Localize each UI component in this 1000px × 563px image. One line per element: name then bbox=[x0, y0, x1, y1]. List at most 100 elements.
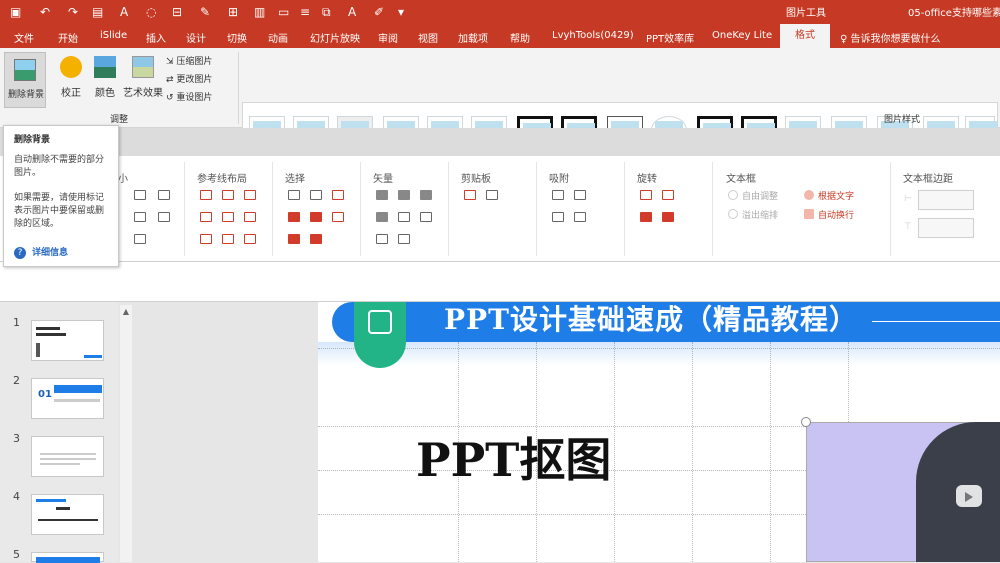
textbox-icon[interactable]: ▭ bbox=[278, 4, 289, 20]
tab-addins[interactable]: 加载项 bbox=[458, 30, 488, 45]
guide-left-icon[interactable] bbox=[200, 190, 212, 200]
title-banner[interactable]: PPT设计基础速成（精品教程） bbox=[332, 302, 1000, 342]
tab-home[interactable]: 开始 bbox=[58, 30, 78, 45]
select-icon-5[interactable] bbox=[310, 212, 322, 222]
guide-height-icon[interactable] bbox=[222, 234, 234, 244]
flip-horizontal-icon[interactable] bbox=[662, 212, 674, 222]
snap-icon-3[interactable] bbox=[552, 212, 564, 222]
snap-icon-2[interactable] bbox=[574, 190, 586, 200]
tab-animations[interactable]: 动画 bbox=[268, 30, 288, 45]
overflow-radio[interactable]: 溢出缩排 bbox=[728, 208, 778, 221]
vector-text-icon[interactable] bbox=[376, 234, 388, 244]
tab-design[interactable]: 设计 bbox=[186, 30, 206, 45]
vector-intersect-icon[interactable] bbox=[376, 212, 388, 222]
format-painter-icon[interactable]: ▤ bbox=[92, 4, 103, 20]
slide-thumb-3[interactable] bbox=[31, 436, 104, 477]
size-icon-1[interactable] bbox=[134, 190, 146, 200]
tab-format[interactable]: 格式 bbox=[780, 24, 830, 48]
tab-help[interactable]: 帮助 bbox=[510, 30, 530, 45]
slide-main-title[interactable]: PPT抠图 bbox=[416, 424, 611, 490]
vector-fragment-icon[interactable] bbox=[420, 190, 432, 200]
reset-picture-button[interactable]: ↺ 重设图片 bbox=[166, 90, 212, 103]
slide-thumb-2[interactable]: 01 bbox=[31, 378, 104, 419]
tab-onekey[interactable]: OneKey Lite bbox=[712, 30, 772, 41]
tooltip-more-link[interactable]: 详细信息 bbox=[32, 247, 68, 260]
size-icon-4[interactable] bbox=[158, 212, 170, 222]
redo-icon[interactable]: ↷ bbox=[68, 4, 78, 20]
copy-icon[interactable] bbox=[464, 190, 476, 200]
shape-text-radio[interactable]: 根据文字 bbox=[804, 189, 854, 202]
tab-transitions[interactable]: 切换 bbox=[227, 30, 247, 45]
guide-bottom-icon[interactable] bbox=[244, 212, 256, 222]
more-icon[interactable]: ▾ bbox=[398, 4, 404, 20]
compress-pictures-button[interactable]: ⇲ 压缩图片 bbox=[166, 54, 212, 67]
tab-slideshow[interactable]: 幻灯片放映 bbox=[310, 30, 360, 45]
select-icon-1[interactable] bbox=[288, 190, 300, 200]
rotate-right-icon[interactable] bbox=[662, 190, 674, 200]
tab-lvyhtools[interactable]: LvyhTools(0429) bbox=[552, 30, 634, 41]
rotate-left-icon[interactable] bbox=[640, 190, 652, 200]
vector-points-icon[interactable] bbox=[420, 212, 432, 222]
artistic-effects-button[interactable]: 艺术效果 bbox=[122, 56, 164, 99]
shape-icon[interactable]: ◌ bbox=[146, 4, 156, 20]
table-icon[interactable]: ⊞ bbox=[228, 4, 238, 20]
tools-icon[interactable]: ✎ bbox=[200, 4, 210, 20]
size-icon-2[interactable] bbox=[158, 190, 170, 200]
list-icon[interactable]: ≡ bbox=[300, 4, 310, 20]
thumbnails-scrollbar[interactable]: ▲ bbox=[120, 305, 132, 562]
select-icon-4[interactable] bbox=[288, 212, 300, 222]
banner-rule bbox=[872, 321, 1000, 322]
layout-icon[interactable]: ▥ bbox=[254, 4, 265, 20]
autowrap-checkbox[interactable]: 自动换行 bbox=[804, 208, 854, 221]
slide-thumb-5[interactable] bbox=[31, 552, 104, 563]
guide-middle-icon[interactable] bbox=[222, 212, 234, 222]
guide-full-icon[interactable] bbox=[244, 234, 256, 244]
slide-thumb-4[interactable] bbox=[31, 494, 104, 535]
corrections-button[interactable]: 校正 bbox=[56, 56, 86, 99]
select-icon-6[interactable] bbox=[332, 212, 344, 222]
margin-left-input[interactable] bbox=[918, 190, 974, 210]
guide-width-icon[interactable] bbox=[200, 234, 212, 244]
remove-background-button[interactable]: 删除背景 bbox=[4, 52, 46, 108]
guide-line bbox=[770, 342, 771, 562]
paste-icon[interactable] bbox=[486, 190, 498, 200]
align-icon[interactable]: ⊟ bbox=[172, 4, 182, 20]
select-icon-8[interactable] bbox=[310, 234, 322, 244]
change-picture-button[interactable]: ⇄ 更改图片 bbox=[166, 72, 212, 85]
tab-file[interactable]: 文件 bbox=[14, 30, 34, 45]
tab-pptlib[interactable]: PPT效率库 bbox=[646, 30, 694, 45]
guide-right-icon[interactable] bbox=[244, 190, 256, 200]
undo-icon[interactable]: ↶ bbox=[40, 4, 50, 20]
select-icon-3[interactable] bbox=[332, 190, 344, 200]
vector-combine-icon[interactable] bbox=[398, 190, 410, 200]
color-button[interactable]: 颜色 bbox=[90, 56, 120, 99]
size-icon-5[interactable] bbox=[134, 234, 146, 244]
select-icon-2[interactable] bbox=[310, 190, 322, 200]
snap-icon-1[interactable] bbox=[552, 190, 564, 200]
vector-union-icon[interactable] bbox=[376, 190, 388, 200]
tell-me-box[interactable]: ♀ 告诉我你想要做什么 bbox=[840, 30, 941, 45]
save-icon[interactable]: ▣ bbox=[10, 4, 21, 20]
chart-icon[interactable]: ⧉ bbox=[322, 4, 331, 20]
slide-canvas[interactable]: PPT设计基础速成（精品教程） PPT抠图 bbox=[318, 302, 1000, 562]
vector-subtract-icon[interactable] bbox=[398, 212, 410, 222]
size-icon-3[interactable] bbox=[134, 212, 146, 222]
tab-review[interactable]: 审阅 bbox=[378, 30, 398, 45]
autofit-radio[interactable]: 自由调整 bbox=[728, 189, 778, 202]
tab-insert[interactable]: 插入 bbox=[146, 30, 166, 45]
tab-islide[interactable]: iSlide bbox=[100, 30, 127, 41]
select-icon-7[interactable] bbox=[288, 234, 300, 244]
text-fill-icon[interactable]: A bbox=[120, 4, 128, 20]
resize-handle[interactable] bbox=[801, 417, 811, 427]
slide-thumb-1[interactable] bbox=[31, 320, 104, 361]
font-color-icon[interactable]: A bbox=[348, 4, 356, 20]
guide-center-icon[interactable] bbox=[222, 190, 234, 200]
margin-top-input[interactable] bbox=[918, 218, 974, 238]
snap-icon-4[interactable] bbox=[574, 212, 586, 222]
tab-view[interactable]: 视图 bbox=[418, 30, 438, 45]
eyedropper-icon[interactable]: ✐ bbox=[374, 4, 384, 20]
guide-top-icon[interactable] bbox=[200, 212, 212, 222]
scroll-up-icon[interactable]: ▲ bbox=[121, 307, 131, 317]
flip-vertical-icon[interactable] bbox=[640, 212, 652, 222]
vector-shape-icon[interactable] bbox=[398, 234, 410, 244]
